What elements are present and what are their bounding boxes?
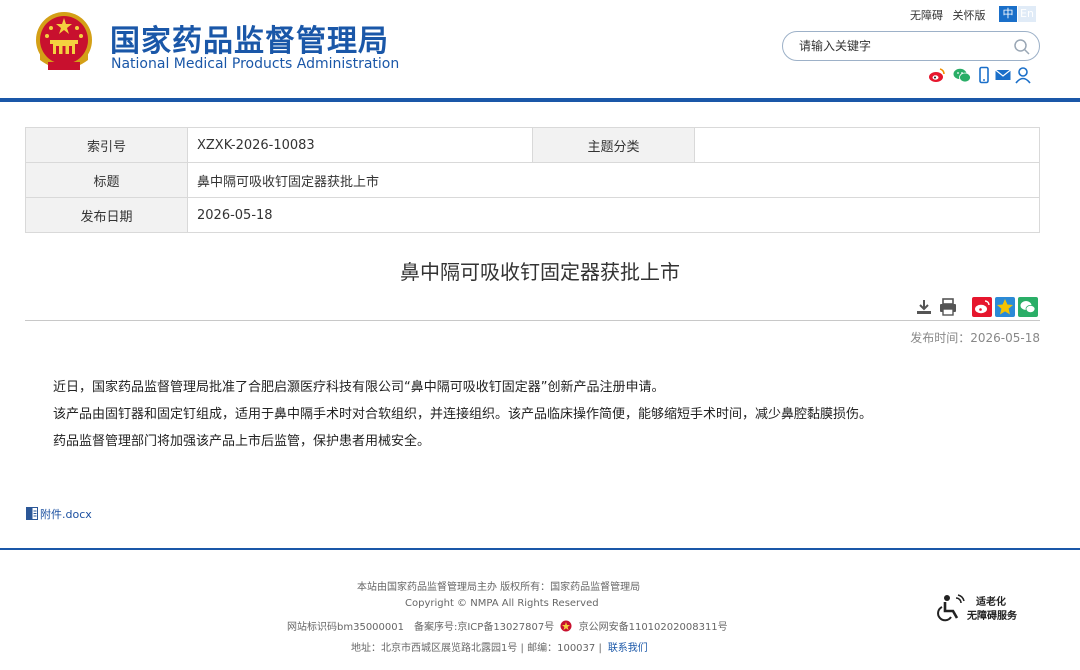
search-box xyxy=(782,31,1040,61)
share-qzone-icon[interactable] xyxy=(995,297,1015,317)
print-icon[interactable] xyxy=(938,297,958,317)
table-row: 发布日期 2026-05-18 xyxy=(25,197,1040,233)
search-input[interactable] xyxy=(799,36,1009,56)
elder-subtitle: 无障碍服务 xyxy=(967,611,1017,622)
date-label: 发布日期 xyxy=(25,197,188,233)
contact-us-link[interactable]: 联系我们 xyxy=(608,643,648,654)
lang-en-button[interactable]: En xyxy=(1018,6,1036,22)
date-value: 2026-05-18 xyxy=(187,197,1040,233)
table-row: 索引号 XZXK-2026-10083 主题分类 xyxy=(25,127,1040,163)
national-emblem-icon xyxy=(36,12,92,70)
paragraph: 药品监督管理部门将加强该产品上市后监管，保护患者用械安全。 xyxy=(53,434,431,449)
mail-icon[interactable] xyxy=(994,66,1012,84)
article-body: 近日，国家药品监督管理局批准了合肥启灏医疗科技有限公司“鼻中隔可吸收钉固定器”创… xyxy=(53,374,1043,455)
publish-time: 发布时间：2026-05-18 xyxy=(910,331,1040,345)
download-icon[interactable] xyxy=(914,297,934,317)
search-icon[interactable] xyxy=(1013,38,1031,56)
paragraph: 该产品由固钉器和固定钉组成，适用于鼻中隔手术时对合软组织，并连接组织。该产品临床… xyxy=(53,407,873,422)
footer-address: 地址：北京市西城区展览路北露园1号 | 邮编：100037 | xyxy=(351,643,602,654)
weibo-icon[interactable] xyxy=(928,66,946,84)
share-wechat-icon[interactable] xyxy=(1018,297,1038,317)
article-title: 鼻中隔可吸收钉固定器获批上市 xyxy=(400,260,680,284)
top-links: 无障碍 关怀版 xyxy=(910,7,992,23)
footer-icp[interactable]: 网站标识码bm35000001 备案序号:京ICP备13027807号 xyxy=(287,622,554,633)
wechat-icon[interactable] xyxy=(953,66,971,84)
elder-title: 适老化 xyxy=(976,597,1006,608)
paragraph: 近日，国家药品监督管理局批准了合肥启灏医疗科技有限公司“鼻中隔可吸收钉固定器”创… xyxy=(53,380,665,395)
header-divider xyxy=(0,98,1080,102)
category-label: 主题分类 xyxy=(532,127,695,163)
user-icon[interactable] xyxy=(1014,66,1032,84)
care-mode-link[interactable]: 关怀版 xyxy=(953,9,986,22)
site-footer: 本站由国家药品监督管理局主办 版权所有：国家药品监督管理局 Copyright … xyxy=(0,550,1080,670)
attachment-label[interactable]: 附件.docx xyxy=(40,508,92,521)
accessibility-link[interactable]: 无障碍 xyxy=(910,9,943,22)
table-row: 标题 鼻中隔可吸收钉固定器获批上市 xyxy=(25,162,1040,198)
index-label: 索引号 xyxy=(25,127,188,163)
title-value: 鼻中隔可吸收钉固定器获批上市 xyxy=(187,162,1040,198)
title-label: 标题 xyxy=(25,162,188,198)
footer-host: 本站由国家药品监督管理局主办 版权所有：国家药品监督管理局 xyxy=(357,582,641,593)
index-value: XZXK-2026-10083 xyxy=(187,127,533,163)
share-weibo-icon[interactable] xyxy=(972,297,992,317)
category-value xyxy=(694,127,1040,163)
mobile-icon[interactable] xyxy=(975,66,993,84)
accessibility-icon xyxy=(937,594,965,622)
footer-address-line: 地址：北京市西城区展览路北露园1号 | 邮编：100037 | 联系我们 xyxy=(351,639,1080,654)
meta-info-table: 索引号 XZXK-2026-10083 主题分类 标题 鼻中隔可吸收钉固定器获批… xyxy=(25,127,1040,233)
police-badge-icon xyxy=(560,620,572,632)
word-doc-icon xyxy=(26,507,38,520)
footer-police-record[interactable]: 京公网安备11010202008311号 xyxy=(579,622,728,633)
site-logo-title[interactable]: 国家药品监督管理局 xyxy=(110,16,389,60)
site-logo-subtitle[interactable]: National Medical Products Administration xyxy=(111,56,399,72)
elderly-accessibility-button[interactable]: 适老化 无障碍服务 xyxy=(936,592,1046,622)
site-header: 国家药品监督管理局 National Medical Products Admi… xyxy=(0,0,1080,100)
lang-zh-button[interactable]: 中 xyxy=(999,6,1017,22)
attachment-link[interactable]: 附件.docx xyxy=(26,506,92,522)
article-divider xyxy=(25,320,1040,321)
